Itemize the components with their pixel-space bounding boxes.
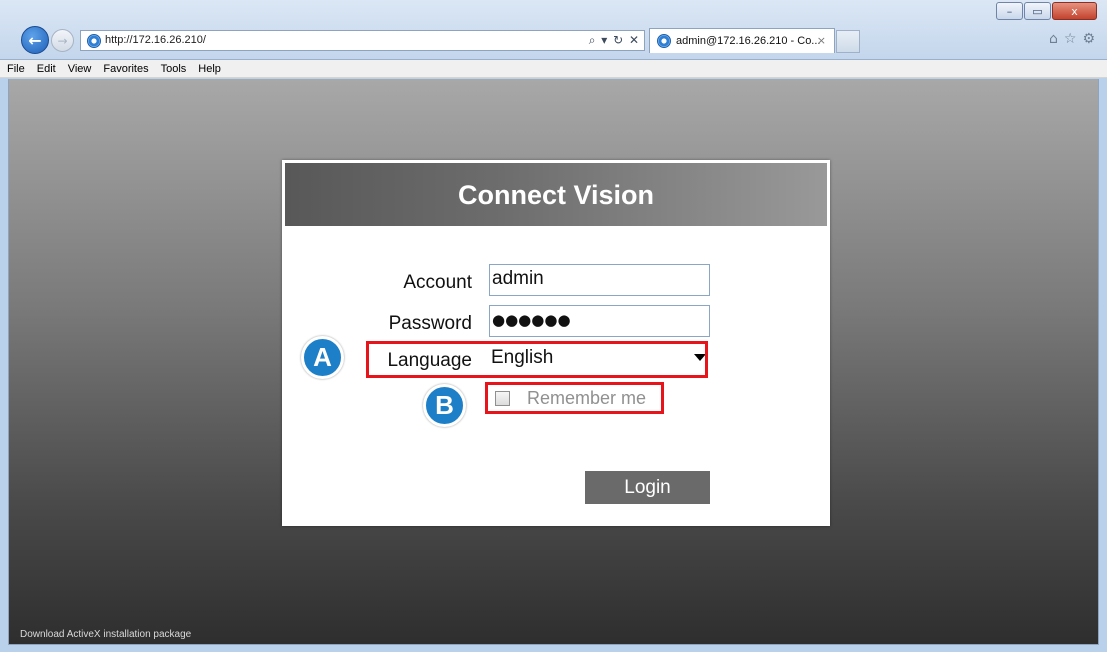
address-url[interactable]: http://172.16.26.210/: [105, 34, 206, 46]
minimize-button[interactable]: –: [996, 2, 1023, 20]
browser-titlebar: – ▭ x ← → http://172.16.26.210/ ⌕ ▾ ↻ ✕ …: [0, 0, 1107, 60]
close-window-button[interactable]: x: [1052, 2, 1097, 20]
login-header: Connect Vision: [282, 160, 830, 226]
address-tools[interactable]: ⌕ ▾ ↻ ✕: [589, 33, 640, 48]
gear-icon[interactable]: ⚙: [1082, 31, 1095, 47]
new-tab-button[interactable]: [836, 30, 860, 53]
menu-help[interactable]: Help: [198, 63, 221, 75]
back-arrow-icon: ←: [28, 30, 42, 50]
menu-edit[interactable]: Edit: [37, 63, 56, 75]
favorites-star-icon[interactable]: ☆: [1064, 31, 1077, 47]
account-input[interactable]: admin: [489, 264, 710, 296]
ie-page-icon: [87, 34, 101, 48]
tab-close-icon[interactable]: ×: [817, 34, 826, 47]
menu-file[interactable]: File: [7, 63, 25, 75]
tab-ie-icon: [657, 34, 671, 48]
back-button[interactable]: ←: [21, 26, 49, 54]
password-label: Password: [388, 313, 472, 334]
forward-arrow-icon: →: [57, 33, 68, 48]
maximize-button[interactable]: ▭: [1024, 2, 1051, 20]
menu-favorites[interactable]: Favorites: [103, 63, 148, 75]
address-bar[interactable]: http://172.16.26.210/ ⌕ ▾ ↻ ✕: [80, 30, 645, 51]
account-label: Account: [403, 272, 472, 293]
tab-title: admin@172.16.26.210 - Co...: [676, 35, 821, 47]
callout-badge-b: B: [423, 384, 466, 427]
browser-toolbar-icons: ⌂ ☆ ⚙: [1049, 31, 1095, 47]
forward-button[interactable]: →: [51, 29, 74, 52]
window-controls: – ▭ x: [995, 2, 1097, 20]
menu-bar: File Edit View Favorites Tools Help: [0, 60, 1107, 78]
callout-badge-a: A: [301, 336, 344, 379]
login-button[interactable]: Login: [585, 471, 710, 504]
activex-download-link[interactable]: Download ActiveX installation package: [20, 629, 191, 640]
highlight-remember-me: [485, 382, 664, 414]
highlight-language: [366, 341, 708, 378]
page-title: Connect Vision: [457, 180, 655, 210]
menu-tools[interactable]: Tools: [161, 63, 187, 75]
home-icon[interactable]: ⌂: [1049, 31, 1058, 47]
password-input[interactable]: ●●●●●●: [489, 305, 710, 337]
browser-tab[interactable]: admin@172.16.26.210 - Co... ×: [649, 28, 835, 53]
menu-view[interactable]: View: [68, 63, 92, 75]
